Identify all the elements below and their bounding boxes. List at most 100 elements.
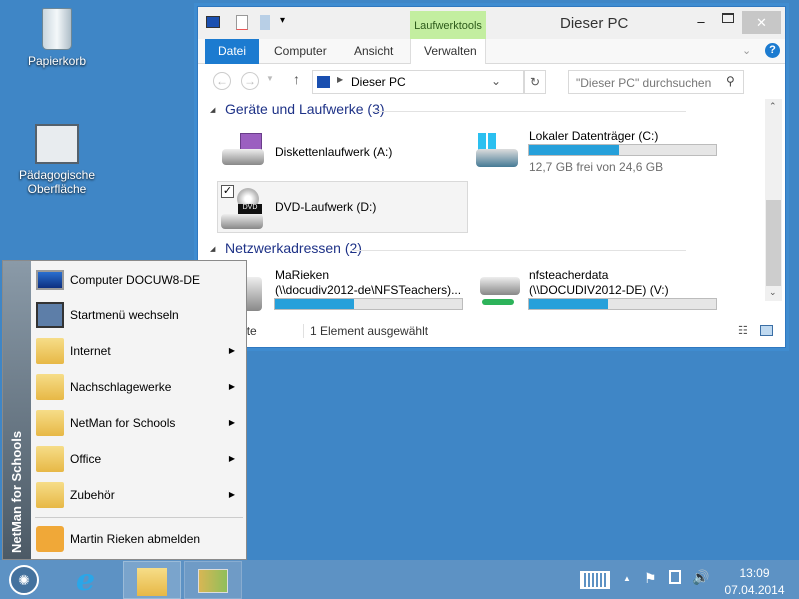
- network-item-nfsteacherdata-path: (\\DOCUDIV2012-DE) (V:): [529, 283, 669, 297]
- back-button[interactable]: ←: [213, 72, 231, 90]
- maximize-button[interactable]: [722, 13, 734, 23]
- drive-c-usage-bar: [528, 144, 717, 156]
- tab-verwalten[interactable]: Verwalten: [410, 39, 486, 64]
- search-icon: ⚲: [726, 74, 735, 88]
- key-icon: [36, 526, 64, 552]
- minimize-button[interactable]: –: [691, 14, 711, 32]
- paedagogische-oberflaeche-icon: [198, 569, 228, 593]
- windows-drive-icon: [476, 133, 520, 169]
- vertical-scrollbar[interactable]: ⌃ ⌄: [765, 99, 782, 301]
- search-placeholder: "Dieser PC" durchsuchen: [576, 76, 712, 90]
- folder-icon: [36, 374, 64, 400]
- expand-ribbon-icon[interactable]: ⌄: [742, 44, 751, 57]
- refresh-button[interactable]: ↻: [524, 70, 546, 94]
- floppy-drive-icon: [222, 133, 266, 167]
- start-menu-brand-strip: NetMan for Schools: [3, 261, 31, 559]
- window-title: Dieser PC: [560, 15, 629, 32]
- network-item-marieken-path: (\\docudiv2012-de\NFSTeachers)...: [275, 283, 462, 297]
- desktop-icon-paedagogische-oberflaeche[interactable]: Pädagogische Oberfläche: [12, 124, 102, 196]
- recent-locations-icon[interactable]: ▼: [266, 74, 274, 83]
- collapse-icon[interactable]: ◢: [210, 245, 215, 253]
- file-explorer-icon: [137, 568, 167, 596]
- desktop-icon-label: Papierkorb: [27, 54, 87, 68]
- quick-access-dropdown-icon[interactable]: ▾: [280, 15, 285, 26]
- brand-label: NetMan for Schools: [9, 430, 24, 553]
- title-bar: ▾ Laufwerktools Dieser PC – ✕: [198, 7, 785, 39]
- taskbar-file-explorer[interactable]: [123, 561, 181, 599]
- network-drive-icon: [480, 277, 520, 311]
- menu-item-office[interactable]: Office ▶: [33, 442, 243, 476]
- drive-item-a[interactable]: Diskettenlaufwerk (A:): [275, 145, 392, 159]
- network-item-nfsteacherdata[interactable]: nfsteacherdata: [529, 268, 608, 282]
- scrollbar-thumb[interactable]: [766, 200, 781, 286]
- network-icon[interactable]: [669, 570, 681, 584]
- tab-ansicht[interactable]: Ansicht: [341, 39, 406, 64]
- section-network-title[interactable]: Netzwerkadressen (2): [225, 240, 362, 256]
- submenu-arrow-icon: ▶: [228, 382, 235, 391]
- new-folder-icon[interactable]: [260, 15, 270, 30]
- menu-item-zubehoer[interactable]: Zubehör ▶: [33, 478, 243, 512]
- address-bar[interactable]: ▶ Dieser PC ⌄: [312, 70, 524, 94]
- submenu-arrow-icon: ▶: [228, 346, 235, 355]
- computer-icon: [317, 76, 330, 88]
- tab-datei[interactable]: Datei: [205, 39, 260, 64]
- internet-explorer-icon: e: [76, 563, 96, 598]
- clock[interactable]: 13:09 07.04.2014: [722, 565, 787, 599]
- menu-item-netman[interactable]: NetMan for Schools ▶: [33, 406, 243, 440]
- search-input[interactable]: "Dieser PC" durchsuchen ⚲: [568, 70, 744, 94]
- folder-icon: [36, 338, 64, 364]
- drive-item-d-label: DVD-Laufwerk (D:): [275, 200, 377, 214]
- section-divider: [351, 250, 686, 251]
- close-button[interactable]: ✕: [742, 11, 781, 34]
- recycle-bin-icon: [42, 8, 72, 50]
- computer-icon: [206, 16, 220, 28]
- menu-divider: [35, 517, 243, 518]
- logoff-button[interactable]: Martin Rieken abmelden: [33, 522, 243, 556]
- network-item-marieken[interactable]: MaRieken: [275, 268, 329, 282]
- collapse-icon[interactable]: ◢: [210, 106, 215, 114]
- folder-icon: [36, 482, 64, 508]
- scroll-down-icon[interactable]: ⌄: [769, 287, 777, 298]
- nfsteacherdata-usage-bar: [528, 298, 717, 310]
- start-menu: NetMan for Schools Computer DOCUW8-DE St…: [2, 260, 247, 560]
- submenu-arrow-icon: ▶: [228, 490, 235, 499]
- menu-item-nachschlagewerke[interactable]: Nachschlagewerke ▶: [33, 370, 243, 404]
- up-button[interactable]: ↑: [293, 71, 300, 87]
- action-center-flag-icon[interactable]: ⚑: [644, 570, 657, 587]
- properties-icon[interactable]: [236, 15, 248, 30]
- large-icons-view-icon[interactable]: [760, 325, 773, 336]
- section-devices-title[interactable]: Geräte und Laufwerke (3): [225, 101, 385, 117]
- menu-item-startmenu-switch[interactable]: Startmenü wechseln: [33, 298, 243, 332]
- scroll-up-icon[interactable]: ⌃: [769, 101, 777, 112]
- status-selection: 1 Element ausgewählt: [303, 324, 428, 338]
- forward-button[interactable]: →: [241, 72, 259, 90]
- details-view-icon[interactable]: ☷: [738, 324, 748, 337]
- drive-item-c[interactable]: Lokaler Datenträger (C:): [529, 129, 658, 143]
- submenu-arrow-icon: ▶: [228, 454, 235, 463]
- desktop-icon-recycle-bin[interactable]: Papierkorb: [12, 8, 102, 68]
- tab-computer[interactable]: Computer: [261, 39, 340, 64]
- taskbar-paedagogische-oberflaeche[interactable]: [184, 561, 242, 599]
- clock-time: 13:09: [739, 566, 770, 580]
- address-dropdown-icon[interactable]: ⌄: [491, 74, 501, 88]
- desktop-icon-label: Pädagogische Oberfläche: [18, 168, 96, 196]
- folder-icon: [36, 446, 64, 472]
- touch-keyboard-icon[interactable]: [580, 571, 610, 589]
- show-hidden-icons-button[interactable]: ▲: [623, 574, 631, 583]
- start-button[interactable]: ✺: [4, 561, 62, 599]
- navigation-bar: ← → ▼ ↑ ▶ Dieser PC ⌄ ↻ "Dieser PC" durc…: [198, 64, 785, 98]
- breadcrumb-arrow-icon: ▶: [337, 75, 344, 84]
- help-icon[interactable]: ?: [765, 43, 780, 58]
- ribbon-tabs: Datei Computer Ansicht Verwalten ⌄ ?: [198, 39, 785, 64]
- volume-icon[interactable]: 🔊: [692, 569, 709, 586]
- taskbar-internet-explorer[interactable]: e: [62, 561, 120, 599]
- menu-item-computer[interactable]: Computer DOCUW8-DE: [33, 263, 243, 297]
- dvd-drive-icon: DVD: [221, 188, 265, 230]
- address-text: Dieser PC: [351, 75, 406, 89]
- section-divider: [373, 111, 686, 112]
- computer-icon: [36, 270, 64, 290]
- menu-item-internet[interactable]: Internet ▶: [33, 334, 243, 368]
- drive-item-d-selected[interactable]: ✓ DVD DVD-Laufwerk (D:): [217, 181, 468, 233]
- switch-menu-icon: [36, 302, 64, 328]
- context-tab-header: Laufwerktools: [410, 11, 486, 39]
